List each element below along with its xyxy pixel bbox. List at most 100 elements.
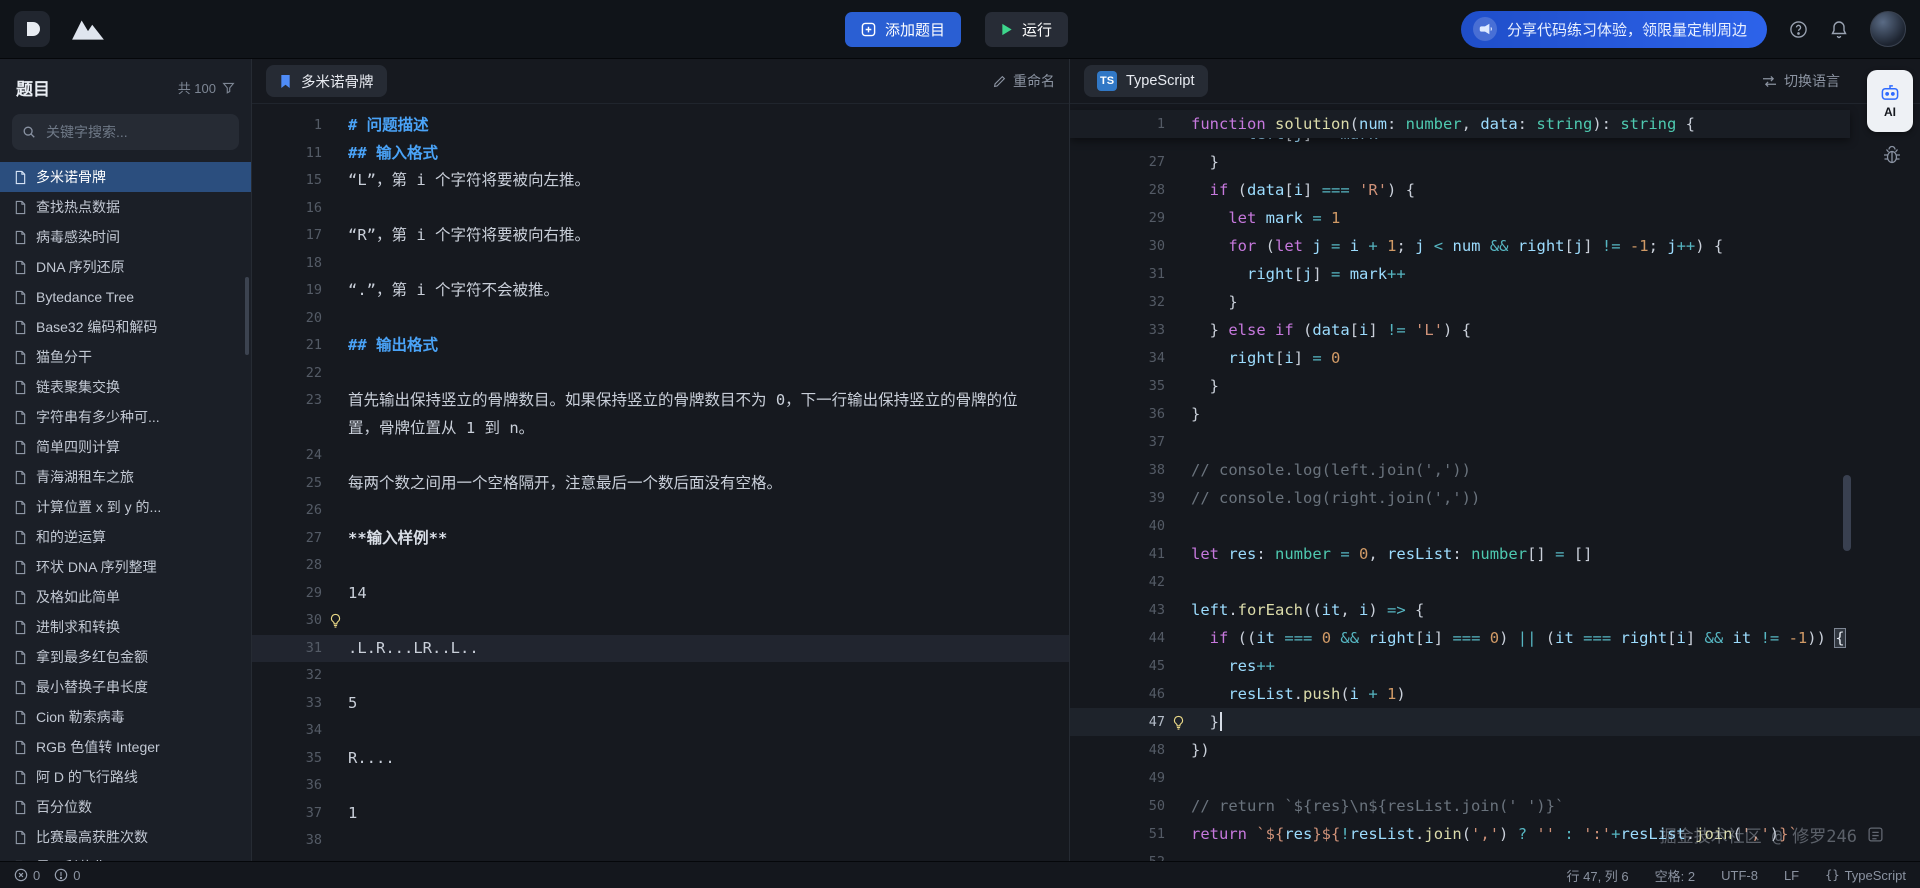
- eol-setting[interactable]: LF: [1784, 868, 1799, 883]
- markdown-editor-line[interactable]: 17“R”，第 i 个字符将要被向右推。: [252, 222, 1069, 250]
- cursor-position[interactable]: 行 47, 列 6: [1567, 866, 1629, 885]
- markdown-editor-line[interactable]: 30: [252, 607, 1069, 635]
- user-avatar[interactable]: [1870, 11, 1906, 47]
- sticky-line[interactable]: 1function solution(num: number, data: st…: [1070, 110, 1850, 138]
- code-editor-line[interactable]: 45 res++: [1070, 652, 1920, 680]
- switch-language-button[interactable]: 切换语言: [1762, 71, 1840, 91]
- filter-icon[interactable]: [222, 81, 235, 94]
- code-editor-line[interactable]: 38// console.log(left.join(',')): [1070, 456, 1920, 484]
- code-editor-line[interactable]: 52: [1070, 848, 1920, 861]
- code-editor-line[interactable]: 27 }: [1070, 148, 1920, 176]
- code-editor-line[interactable]: 41let res: number = 0, resList: number[]…: [1070, 540, 1920, 568]
- markdown-editor-line[interactable]: 38: [252, 827, 1069, 855]
- markdown-editor-line[interactable]: 31.L.R...LR..L..: [252, 635, 1069, 663]
- markdown-editor-line[interactable]: 25每两个数之间用一个空格隔开，注意最后一个数后面没有空格。: [252, 470, 1069, 498]
- editor-scrollbar[interactable]: [1843, 475, 1851, 551]
- ai-assistant-button[interactable]: AI: [1867, 70, 1913, 132]
- rename-button[interactable]: 重命名: [993, 71, 1055, 91]
- sidebar-item[interactable]: Bytedance Tree: [0, 282, 251, 312]
- markdown-editor-line[interactable]: 19“.”，第 i 个字符不会被推。: [252, 277, 1069, 305]
- add-problem-button[interactable]: 添加题目: [845, 12, 961, 47]
- code-editor-line[interactable]: 32 }: [1070, 288, 1920, 316]
- code-editor-line[interactable]: 49: [1070, 764, 1920, 792]
- markdown-editor-line[interactable]: 20: [252, 305, 1069, 333]
- code-editor-line[interactable]: 30 for (let j = i + 1; j < num && right[…: [1070, 232, 1920, 260]
- sidebar-item[interactable]: 多米诺骨牌: [0, 162, 251, 192]
- markdown-editor-line[interactable]: 27**输入样例**: [252, 525, 1069, 553]
- language-mode[interactable]: {} TypeScript: [1825, 868, 1906, 883]
- sidebar-item[interactable]: 和的逆运算: [0, 522, 251, 552]
- help-icon[interactable]: [1789, 20, 1808, 39]
- problem-tab[interactable]: 多米诺骨牌: [266, 65, 387, 97]
- errors-indicator[interactable]: 0: [14, 868, 40, 883]
- code-editor-line[interactable]: 26 left[j] = mark++: [1070, 138, 1920, 148]
- sidebar-item[interactable]: 进制求和转换: [0, 612, 251, 642]
- promo-banner[interactable]: 分享代码练习体验，领限量定制周边: [1461, 11, 1767, 48]
- sidebar-item[interactable]: 字符串有多少种可...: [0, 402, 251, 432]
- code-editor-line[interactable]: 48}): [1070, 736, 1920, 764]
- sidebar-item[interactable]: 简单四则计算: [0, 432, 251, 462]
- code-editor-line[interactable]: 44 if ((it === 0 && right[i] === 0) || (…: [1070, 624, 1920, 652]
- markdown-editor-line[interactable]: 18: [252, 250, 1069, 278]
- code-editor-line[interactable]: 50// return `${res}\n${resList.join(' ')…: [1070, 792, 1920, 820]
- markdown-editor-line[interactable]: 2914: [252, 580, 1069, 608]
- sidebar-item[interactable]: 阿 D 的飞行路线: [0, 762, 251, 792]
- sidebar-item[interactable]: 查找热点数据: [0, 192, 251, 222]
- code-editor-line[interactable]: 28 if (data[i] === 'R') {: [1070, 176, 1920, 204]
- sidebar-item[interactable]: Base32 编码和解码: [0, 312, 251, 342]
- code-editor-line[interactable]: 1function solution(num: number, data: st…: [1070, 110, 1850, 138]
- language-selector[interactable]: TS TypeScript: [1084, 65, 1208, 97]
- sidebar-item[interactable]: RGB 色值转 Integer: [0, 732, 251, 762]
- sidebar-item[interactable]: 比赛最高获胜次数: [0, 822, 251, 852]
- markdown-editor-line[interactable]: 22: [252, 360, 1069, 388]
- sidebar-item[interactable]: 链表聚集交换: [0, 372, 251, 402]
- sidebar-item[interactable]: 计算位置 x 到 y 的...: [0, 492, 251, 522]
- markdown-editor-line[interactable]: 36: [252, 772, 1069, 800]
- sidebar-item[interactable]: 拿到最多红包金额: [0, 642, 251, 672]
- sidebar-item[interactable]: 百分位数: [0, 792, 251, 822]
- search-input[interactable]: [44, 123, 229, 141]
- code-editor-line[interactable]: 47 }: [1070, 708, 1920, 736]
- code-editor-line[interactable]: 42: [1070, 568, 1920, 596]
- sidebar-item[interactable]: 青海湖租车之旅: [0, 462, 251, 492]
- code-editor-line[interactable]: 43left.forEach((it, i) => {: [1070, 596, 1920, 624]
- markdown-editor-line[interactable]: 15“L”，第 i 个字符将要被向左推。: [252, 167, 1069, 195]
- brand-mountain-icon[interactable]: [70, 16, 106, 42]
- markdown-editor-line[interactable]: 11## 输入格式: [252, 140, 1069, 168]
- markdown-editor-line[interactable]: 26: [252, 497, 1069, 525]
- markdown-editor-line[interactable]: 1# 问题描述: [252, 112, 1069, 140]
- markdown-editor-line[interactable]: 335: [252, 690, 1069, 718]
- sidebar-item[interactable]: 最小替换子串长度: [0, 672, 251, 702]
- sidebar-item[interactable]: DNA 序列还原: [0, 252, 251, 282]
- encoding[interactable]: UTF-8: [1721, 868, 1758, 883]
- code-editor-line[interactable]: 33 } else if (data[i] != 'L') {: [1070, 316, 1920, 344]
- warnings-indicator[interactable]: 0: [54, 868, 80, 883]
- code-editor-line[interactable]: 31 right[j] = mark++: [1070, 260, 1920, 288]
- markdown-editor-line[interactable]: 371: [252, 800, 1069, 828]
- markdown-editor-line[interactable]: 28: [252, 552, 1069, 580]
- markdown-editor-line[interactable]: 32: [252, 662, 1069, 690]
- markdown-editor-line[interactable]: 35R....: [252, 745, 1069, 773]
- run-button[interactable]: 运行: [985, 12, 1068, 47]
- debug-bug-icon[interactable]: [1882, 145, 1902, 165]
- markdown-editor-line[interactable]: 34: [252, 717, 1069, 745]
- code-editor-line[interactable]: 39// console.log(right.join(',')): [1070, 484, 1920, 512]
- sidebar-item[interactable]: 环状 DNA 序列整理: [0, 552, 251, 582]
- code-editor-line[interactable]: 29 let mark = 1: [1070, 204, 1920, 232]
- problem-editor-lines[interactable]: 1# 问题描述11## 输入格式15“L”，第 i 个字符将要被向左推。1617…: [252, 104, 1069, 861]
- code-editor[interactable]: 1function solution(num: number, data: st…: [1070, 104, 1920, 861]
- notifications-bell-icon[interactable]: [1830, 20, 1848, 39]
- code-editor-line[interactable]: 35 }: [1070, 372, 1920, 400]
- sidebar-item[interactable]: 及格如此简单: [0, 582, 251, 612]
- markdown-editor-line[interactable]: 23首先输出保持竖立的骨牌数目。如果保持竖立的骨牌数目不为 0，下一行输出保持竖…: [252, 387, 1069, 442]
- sidebar-item[interactable]: Cion 勒索病毒: [0, 702, 251, 732]
- code-editor-line[interactable]: 34 right[i] = 0: [1070, 344, 1920, 372]
- sidebar-scrollbar[interactable]: [245, 277, 249, 355]
- code-editor-line[interactable]: 40: [1070, 512, 1920, 540]
- indent-setting[interactable]: 空格: 2: [1655, 866, 1695, 885]
- sidebar-item[interactable]: 病毒感染时间: [0, 222, 251, 252]
- sidebar-item[interactable]: 暴雨利花韭: [0, 852, 251, 861]
- code-editor-line[interactable]: 36}: [1070, 400, 1920, 428]
- code-editor-line[interactable]: 51return `${res}${!resList.join(',') ? '…: [1070, 820, 1920, 848]
- markdown-editor-line[interactable]: 24: [252, 442, 1069, 470]
